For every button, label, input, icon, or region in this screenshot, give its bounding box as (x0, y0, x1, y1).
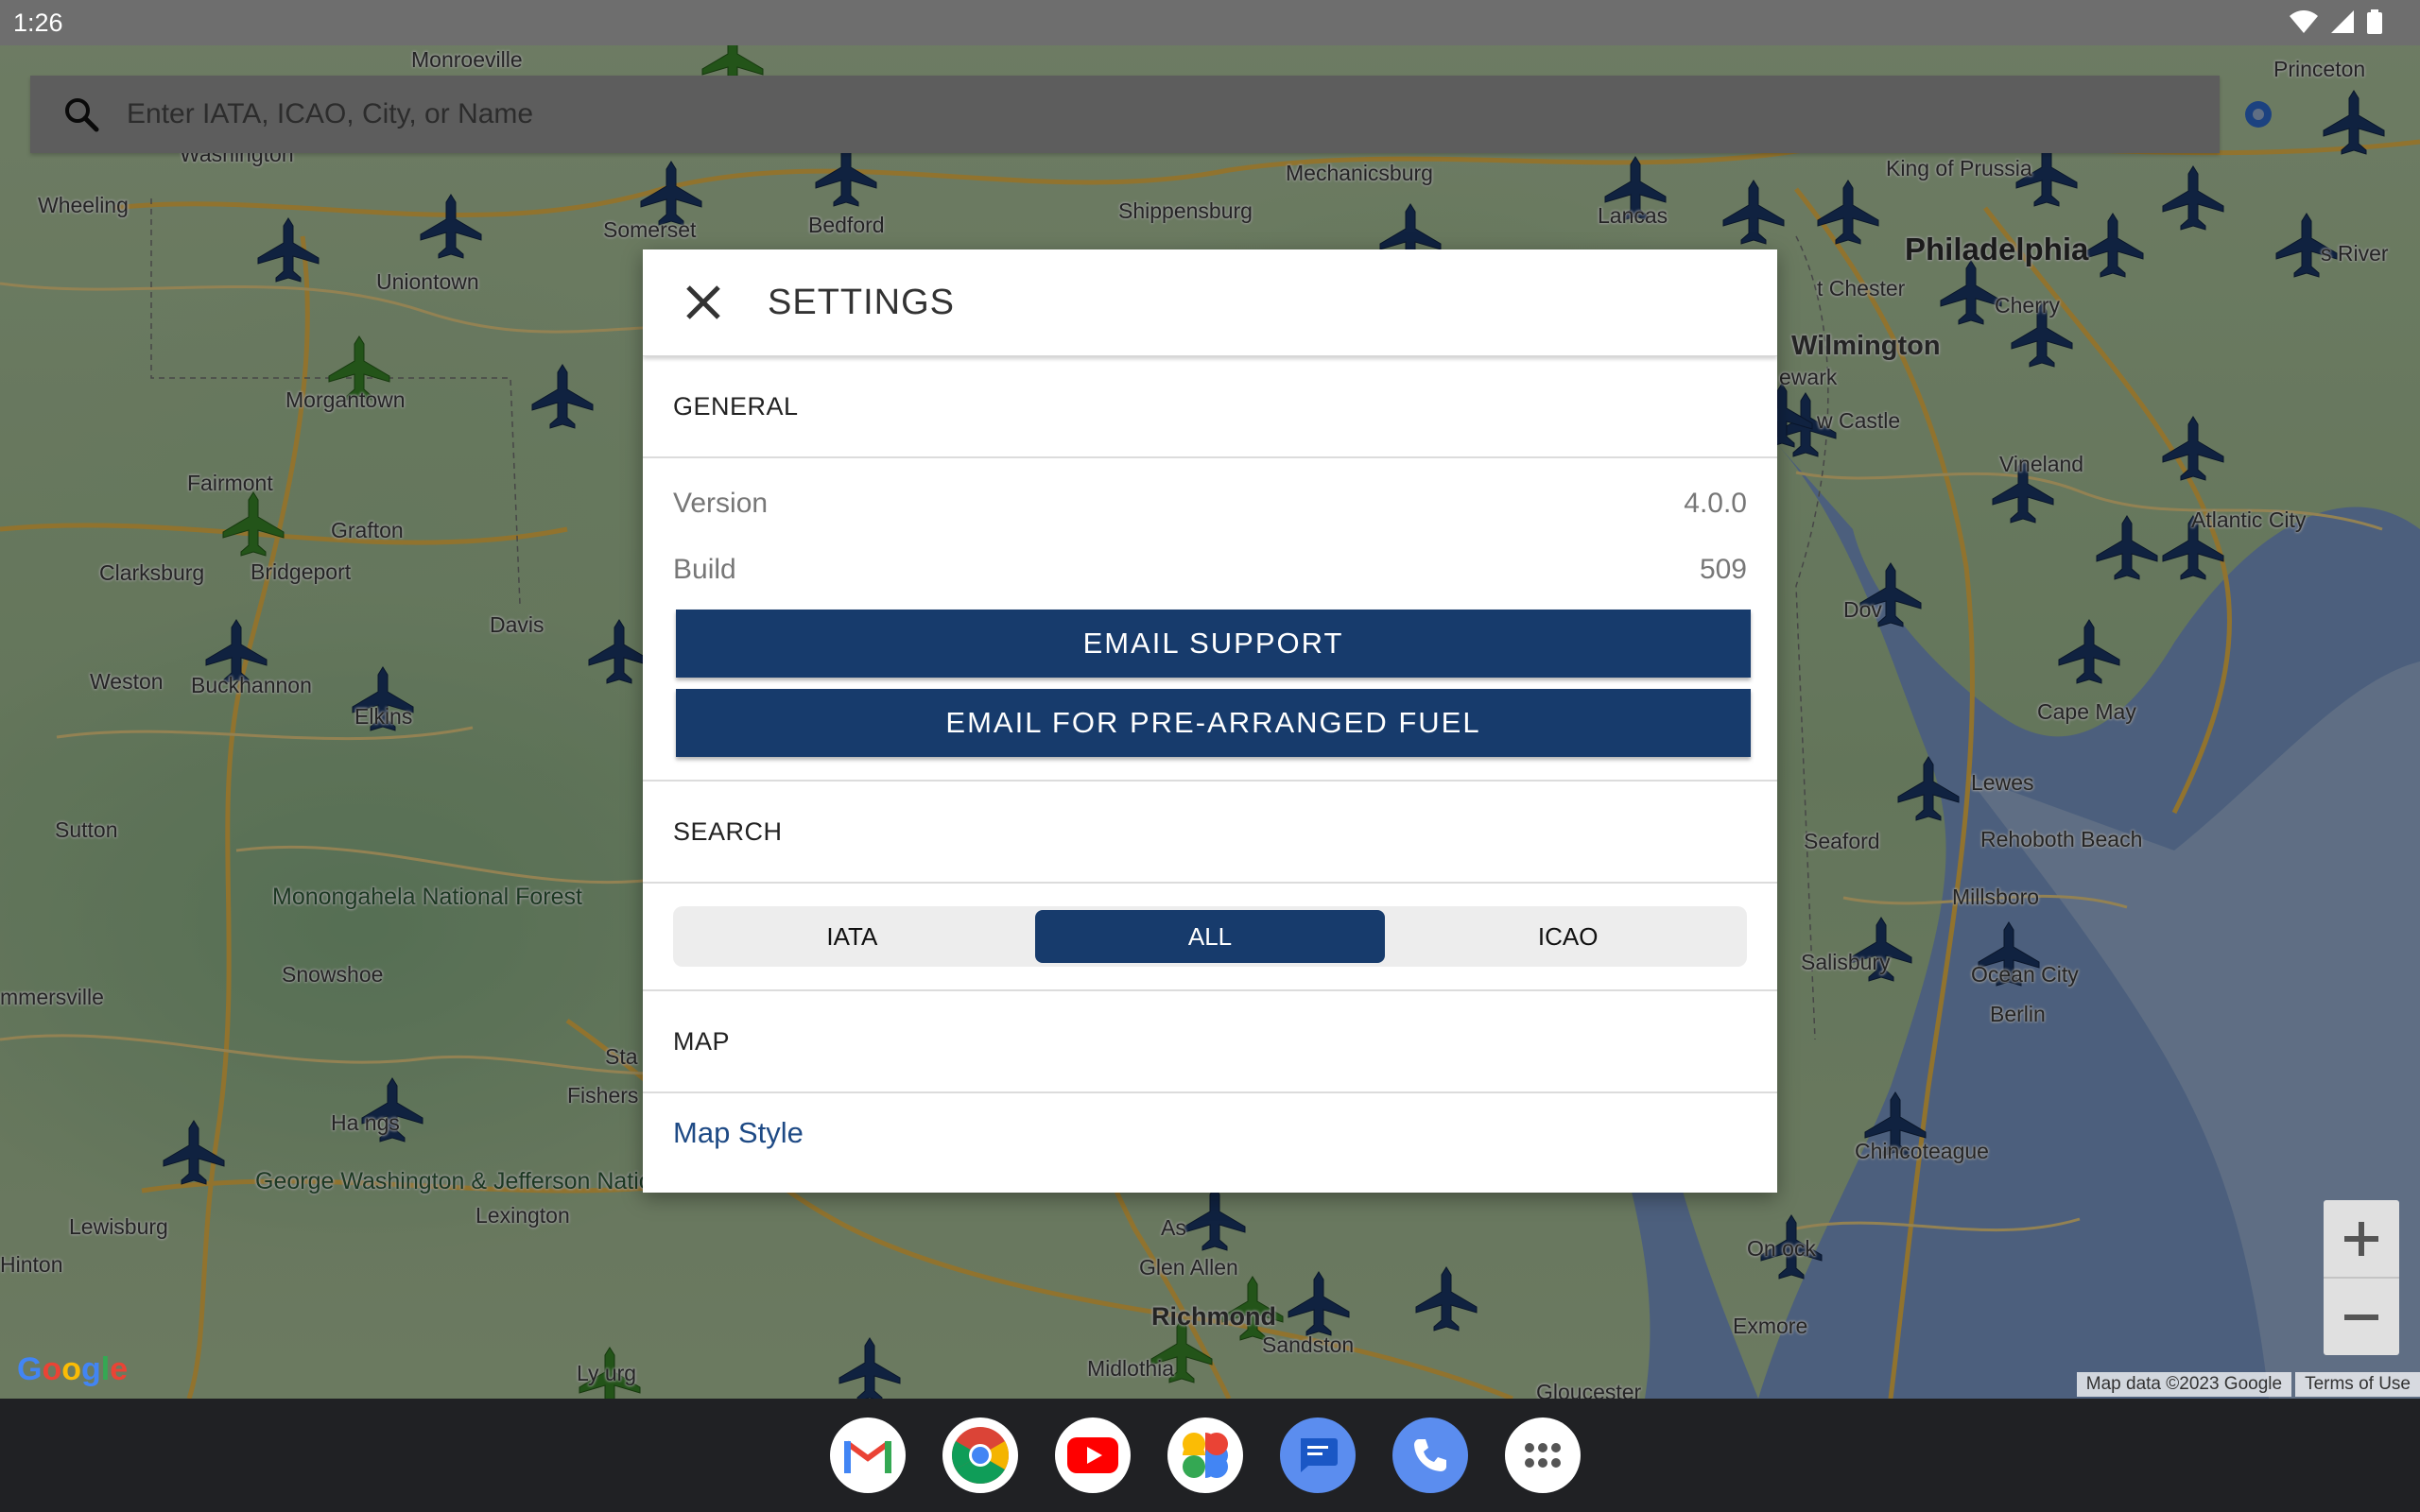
close-button[interactable] (675, 274, 732, 331)
status-bar: 1:26 (0, 0, 2420, 45)
zoom-in-button[interactable] (2324, 1200, 2399, 1277)
google-logo: Google (17, 1351, 129, 1387)
battery-icon (2367, 9, 2382, 34)
messages-icon[interactable] (1280, 1418, 1356, 1493)
taskbar (0, 1399, 2420, 1512)
build-label: Build (673, 554, 736, 585)
signal-icon (2331, 10, 2354, 33)
zoom-controls (2324, 1200, 2399, 1355)
version-value: 4.0.0 (1684, 488, 1747, 519)
section-search: SEARCH (643, 782, 1777, 884)
zoom-out-button[interactable] (2324, 1277, 2399, 1355)
chrome-icon[interactable] (942, 1418, 1018, 1493)
build-row: Build 509 (643, 524, 1777, 615)
settings-dialog: SETTINGS GENERAL Version 4.0.0 Build 509… (643, 249, 1777, 1193)
photos-icon[interactable] (1167, 1418, 1243, 1493)
map-style-option[interactable]: Map Style (643, 1116, 1777, 1150)
version-label: Version (673, 488, 769, 519)
search-mode-all[interactable]: ALL (1034, 910, 1386, 963)
phone-icon[interactable] (1392, 1418, 1468, 1493)
app-drawer-icon[interactable] (1505, 1418, 1581, 1493)
map-attribution: Map data ©2023 Google Terms of Use (2073, 1372, 2420, 1397)
minus-icon (2344, 1314, 2378, 1320)
dialog-title: SETTINGS (768, 282, 956, 322)
search-mode-row: IATA ALL ICAO (643, 884, 1777, 991)
search-mode-iata[interactable]: IATA (677, 910, 1028, 963)
section-map: MAP (643, 991, 1777, 1093)
status-time: 1:26 (13, 9, 63, 37)
divider (643, 768, 1777, 782)
email-support-button[interactable]: EMAIL SUPPORT (676, 610, 1751, 678)
wifi-icon (2290, 10, 2318, 33)
terms-link[interactable]: Terms of Use (2295, 1372, 2420, 1397)
section-general: GENERAL (643, 356, 1777, 458)
close-icon (686, 285, 720, 319)
plus-icon (2344, 1221, 2378, 1256)
map-data-credit: Map data ©2023 Google (2076, 1372, 2292, 1397)
youtube-icon[interactable] (1055, 1418, 1131, 1493)
gmail-icon[interactable] (830, 1418, 906, 1493)
dialog-header: SETTINGS (643, 249, 1777, 356)
search-mode-segmented-control: IATA ALL ICAO (673, 906, 1747, 967)
build-value: 509 (1699, 554, 1747, 585)
email-fuel-button[interactable]: EMAIL FOR PRE-ARRANGED FUEL (676, 689, 1751, 757)
search-mode-icao[interactable]: ICAO (1392, 910, 1743, 963)
